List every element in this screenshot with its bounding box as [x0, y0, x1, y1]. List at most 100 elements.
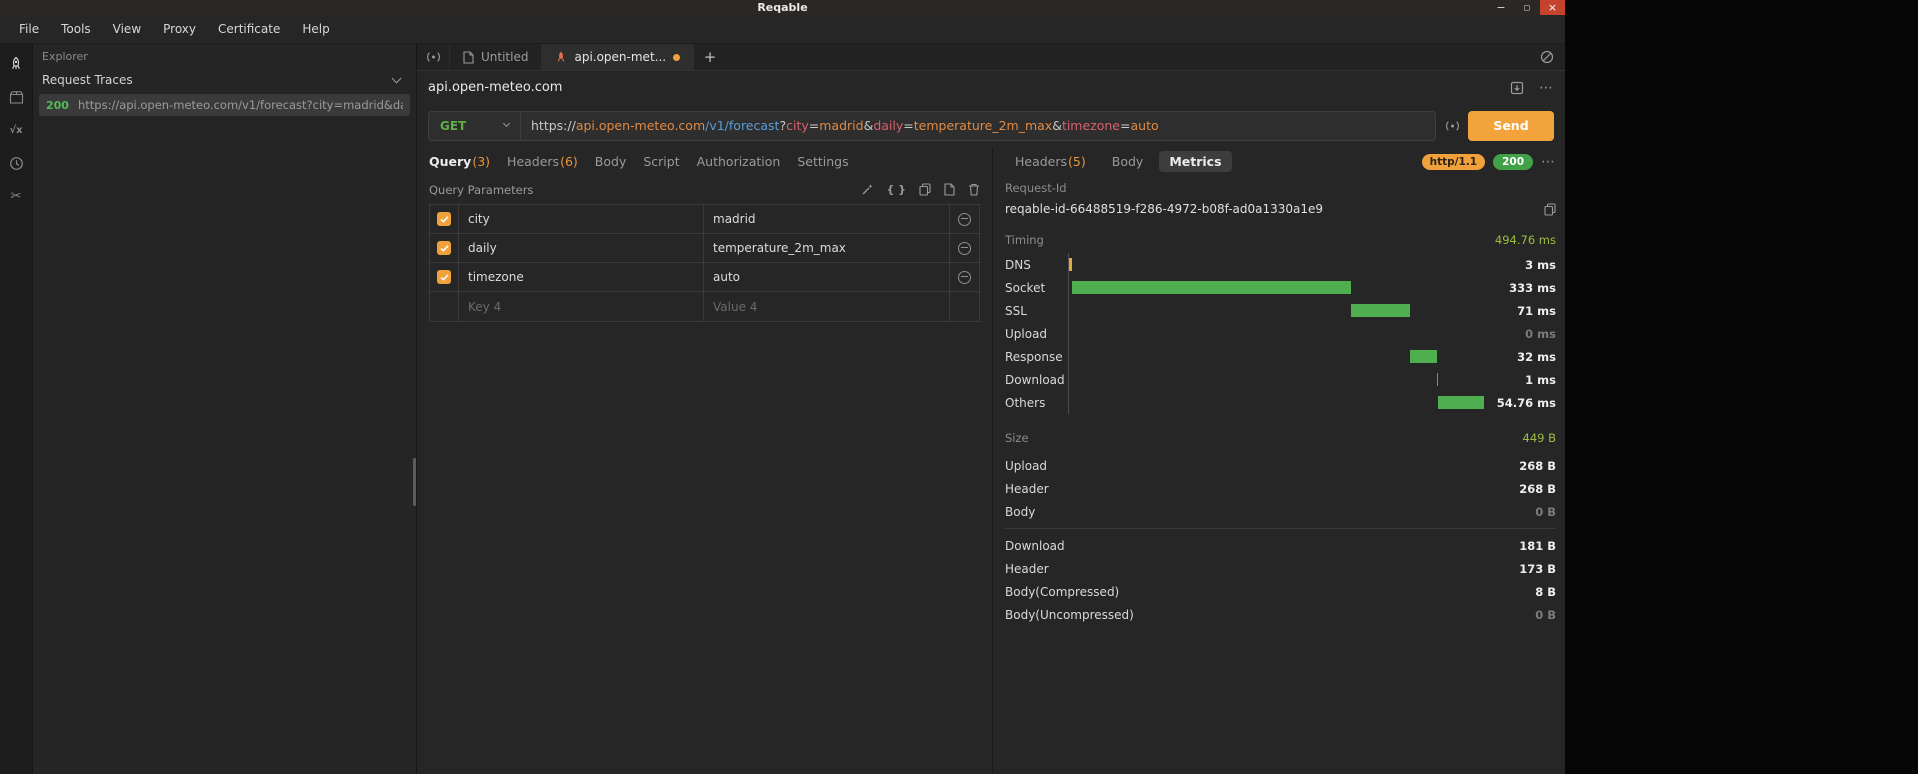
more-options-icon[interactable]: ⋯	[1539, 81, 1554, 95]
host-title: api.open-meteo.com	[428, 80, 563, 95]
param-key-field[interactable]: Key 4	[459, 292, 704, 321]
timing-phase-label: Others	[1005, 395, 1046, 410]
new-file-icon[interactable]	[944, 183, 955, 196]
param-remove-cell	[950, 292, 979, 321]
explorer-title: Explorer	[42, 49, 88, 63]
scissors-icon[interactable]: ✂	[4, 184, 28, 208]
param-value-field[interactable]: Value 4	[704, 292, 950, 321]
size-divider	[1005, 528, 1556, 529]
menu-item-file[interactable]: File	[8, 15, 50, 43]
maximize-button[interactable]: ◻	[1514, 0, 1540, 15]
param-enabled-cell	[430, 234, 459, 262]
tab-label: Headers	[1015, 154, 1068, 169]
send-button[interactable]: Send	[1468, 110, 1554, 141]
param-value-field[interactable]: temperature_2m_max	[704, 234, 950, 262]
url-segment: temperature_2m_max	[913, 118, 1053, 133]
url-segment: =	[808, 118, 820, 133]
param-value-field[interactable]: madrid	[704, 205, 950, 233]
api-testing-icon[interactable]	[4, 52, 28, 76]
window-title: Reqable	[757, 1, 808, 14]
tab-label: Query	[429, 154, 472, 169]
response-tabs: Headers (5) Body Metrics	[1005, 151, 1232, 172]
url-segment: api.open-meteo.com	[575, 118, 706, 133]
copy-icon[interactable]	[919, 183, 931, 196]
window-controls: − ◻ ×	[1488, 0, 1565, 15]
tab-label: Body	[1111, 154, 1144, 169]
query-param-row: city madrid	[430, 205, 979, 234]
menu-item-view[interactable]: View	[102, 15, 152, 43]
timing-value: 1 ms	[1525, 372, 1556, 387]
collection-box-icon[interactable]	[4, 85, 28, 109]
menu-item-help[interactable]: Help	[291, 15, 340, 43]
tab-api-open-meteo[interactable]: api.open-met...	[542, 44, 695, 70]
traffic-monitor-icon[interactable]	[417, 44, 450, 70]
param-key-field[interactable]: daily	[459, 234, 704, 262]
query-param-row: timezone auto	[430, 263, 979, 292]
scrollbar-thumb[interactable]	[413, 458, 416, 506]
timing-row: DNS 3 ms	[1005, 253, 1556, 276]
request-tab-headers[interactable]: Headers (6)	[507, 154, 578, 169]
remove-param-button[interactable]	[958, 212, 971, 226]
tab-label: Settings	[797, 154, 849, 169]
trash-icon[interactable]	[968, 183, 980, 196]
size-item-value: 8 B	[1535, 584, 1556, 599]
request-tab-authorization[interactable]: Authorization	[697, 154, 781, 169]
checkbox-checked-icon[interactable]	[437, 270, 451, 284]
more-options-icon[interactable]: ⋯	[1541, 155, 1556, 169]
menu-item-tools[interactable]: Tools	[50, 15, 102, 43]
response-tab-headers[interactable]: Headers (5)	[1005, 151, 1096, 172]
close-button[interactable]: ×	[1540, 0, 1565, 15]
param-key-field[interactable]: city	[459, 205, 704, 233]
query-param-row-new: Key 4 Value 4	[430, 292, 979, 321]
capture-off-icon[interactable]	[1540, 50, 1554, 64]
query-params-header: Query Parameters { }	[417, 176, 992, 203]
size-row: Upload 268 B	[1005, 454, 1556, 477]
trace-item[interactable]: 200 https://api.open-meteo.com/v1/foreca…	[39, 94, 410, 116]
size-item-label: Body(Uncompressed)	[1005, 607, 1134, 622]
timing-value: 71 ms	[1517, 303, 1556, 318]
timing-row: Response 32 ms	[1005, 345, 1556, 368]
response-tab-body[interactable]: Body	[1102, 151, 1154, 172]
braces-icon[interactable]: { }	[887, 183, 907, 196]
url-segment: daily	[873, 118, 904, 133]
response-tab-metrics[interactable]: Metrics	[1159, 151, 1232, 172]
copy-icon[interactable]	[1544, 202, 1556, 216]
request-tab-query[interactable]: Query (3)	[429, 154, 490, 169]
request-tab-body[interactable]: Body	[595, 154, 627, 169]
timing-bar-track	[1068, 299, 1484, 322]
tab-untitled[interactable]: Untitled	[450, 44, 543, 70]
url-segment: &	[863, 118, 874, 133]
request-tab-settings[interactable]: Settings	[797, 154, 848, 169]
remove-param-button[interactable]	[958, 270, 971, 284]
menu-item-proxy[interactable]: Proxy	[152, 15, 207, 43]
param-key-field[interactable]: timezone	[459, 263, 704, 291]
debug-traffic-icon[interactable]	[1445, 120, 1460, 132]
new-tab-button[interactable]: +	[694, 44, 726, 70]
request-id-value: reqable-id-66488519-f286-4972-b08f-ad0a1…	[1005, 202, 1323, 216]
history-icon[interactable]	[4, 151, 28, 175]
request-tab-script[interactable]: Script	[643, 154, 679, 169]
size-item-value: 0 B	[1535, 607, 1556, 622]
chevron-down-icon	[502, 119, 511, 128]
tab-label: Untitled	[481, 50, 529, 64]
tab-label: Body	[594, 154, 627, 169]
save-icon[interactable]	[1510, 81, 1524, 95]
functions-icon[interactable]: √x	[4, 118, 28, 142]
minimize-button[interactable]: −	[1488, 0, 1514, 15]
checkbox-checked-icon[interactable]	[437, 212, 451, 226]
request-traces-section[interactable]: Request Traces	[33, 68, 416, 92]
tab-label: Authorization	[696, 154, 781, 169]
url-segment: timezone	[1061, 118, 1121, 133]
size-item-value: 173 B	[1519, 561, 1556, 576]
param-value-field[interactable]: auto	[704, 263, 950, 291]
method-select[interactable]: GET	[428, 110, 520, 141]
checkbox-checked-icon[interactable]	[437, 241, 451, 255]
wand-icon[interactable]	[861, 183, 874, 196]
url-input[interactable]: https://api.open-meteo.com/v1/forecast? c…	[520, 110, 1436, 141]
size-row: Header 268 B	[1005, 477, 1556, 500]
timing-row: Others 54.76 ms	[1005, 391, 1556, 414]
status-badge: 200	[1493, 153, 1533, 170]
reqable-window: Reqable − ◻ × File Tools View Proxy Certific…	[0, 0, 1565, 774]
menu-item-certificate[interactable]: Certificate	[207, 15, 291, 43]
remove-param-button[interactable]	[958, 241, 971, 255]
